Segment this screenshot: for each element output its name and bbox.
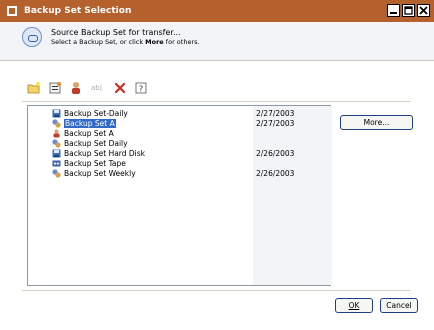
backup-set-icon	[52, 119, 61, 128]
disk-icon	[52, 109, 61, 118]
list-item[interactable]: Backup Set A	[28, 129, 328, 139]
backup-set-list[interactable]: Backup Set-Daily 2/27/2003 Backup Set A …	[27, 105, 332, 286]
maximize-icon	[404, 6, 413, 15]
rename-icon[interactable]: ab|	[90, 81, 106, 95]
minimize-button[interactable]	[387, 4, 400, 17]
list-item[interactable]: Backup Set Daily	[28, 139, 328, 149]
backup-set-name: Backup Set Weekly	[64, 169, 136, 178]
header-title: Source Backup Set for transfer...	[51, 28, 181, 37]
list-item[interactable]: Backup Set Tape	[28, 159, 328, 169]
backup-set-name: Backup Set Hard Disk	[64, 149, 146, 158]
list-item[interactable]: Backup Set-Daily 2/27/2003	[28, 109, 328, 119]
delete-icon[interactable]	[113, 81, 127, 95]
toolbar: ab| ?	[27, 79, 148, 97]
list-item[interactable]: Backup Set Weekly 2/26/2003	[28, 169, 328, 179]
window-title: Backup Set Selection	[24, 6, 132, 16]
user-icon[interactable]	[69, 81, 83, 95]
list-item[interactable]: Backup Set Hard Disk 2/26/2003	[28, 149, 328, 159]
backup-set-name: Backup Set Tape	[64, 159, 126, 168]
backup-set-name: Backup Set-Daily	[64, 109, 128, 118]
backup-set-name: Backup Set A	[64, 119, 116, 128]
backup-set-date: 2/27/2003	[256, 119, 295, 128]
list-item-selected[interactable]: Backup Set A 2/27/2003	[28, 119, 328, 129]
backup-set-name: Backup Set A	[64, 129, 114, 138]
more-button-label: More...	[363, 118, 390, 127]
close-icon	[419, 6, 428, 15]
more-button[interactable]: More...	[340, 115, 413, 130]
user-backup-icon	[52, 129, 61, 138]
svg-text:?: ?	[139, 85, 143, 94]
window-controls	[387, 4, 430, 17]
backup-set-date: 2/27/2003	[256, 109, 295, 118]
help-icon[interactable]: ?	[134, 81, 148, 95]
properties-icon[interactable]	[48, 81, 62, 95]
backup-set-icon	[52, 139, 61, 148]
dialog-header: Source Backup Set for transfer... Select…	[0, 22, 434, 60]
title-bar[interactable]: Backup Set Selection	[0, 0, 434, 22]
app-icon	[6, 5, 18, 17]
new-folder-icon[interactable]	[27, 81, 41, 95]
footer-divider	[22, 290, 411, 291]
ok-button-label: OK	[348, 301, 360, 310]
backup-set-date: 2/26/2003	[256, 169, 295, 178]
maximize-button[interactable]	[402, 4, 415, 17]
rename-text: ab|	[91, 84, 103, 92]
disk-icon	[52, 149, 61, 158]
tape-icon	[52, 159, 61, 168]
backup-set-date: 2/26/2003	[256, 149, 295, 158]
backup-set-selection-dialog: Backup Set Selection Source Backup Set f…	[0, 0, 434, 330]
close-button[interactable]	[417, 4, 430, 17]
cancel-button-label: Cancel	[386, 301, 412, 310]
ok-button[interactable]: OK	[335, 298, 373, 313]
backup-set-header-icon	[22, 27, 42, 47]
minimize-icon	[390, 12, 397, 14]
toolbar-divider	[22, 101, 411, 102]
backup-set-icon	[52, 169, 61, 178]
backup-set-name: Backup Set Daily	[64, 139, 128, 148]
cancel-button[interactable]: Cancel	[380, 298, 418, 313]
header-subtitle: Select a Backup Set, or click More for o…	[51, 38, 200, 46]
